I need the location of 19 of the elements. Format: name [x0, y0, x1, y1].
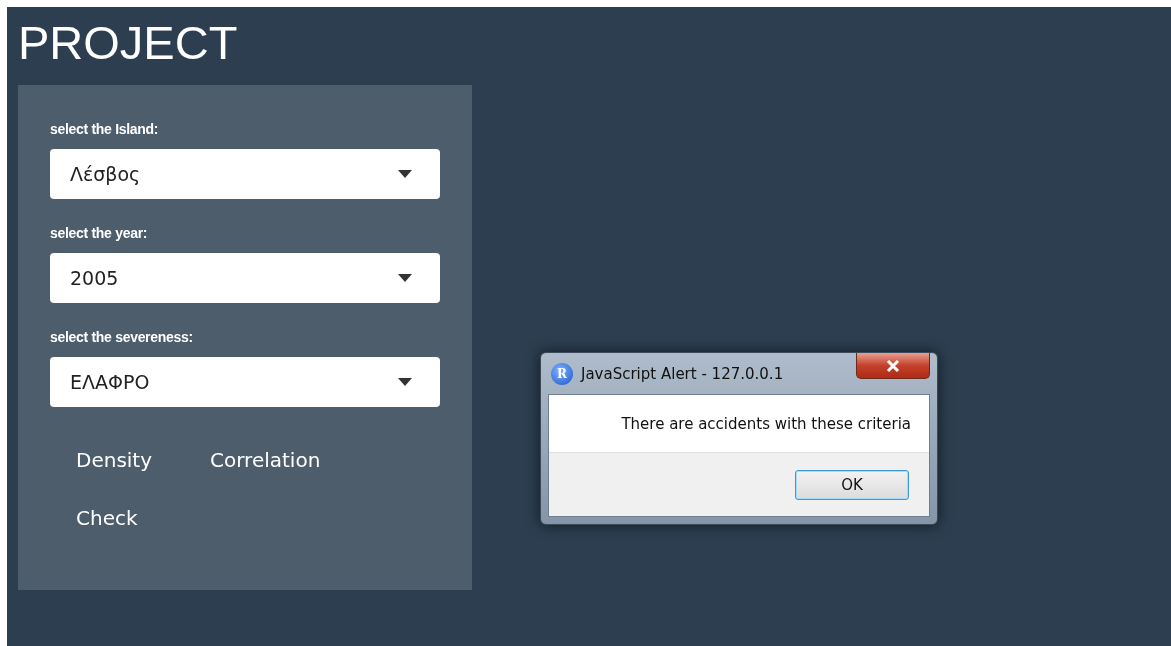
- close-icon: [886, 359, 900, 372]
- ok-button[interactable]: OK: [795, 469, 909, 500]
- select-field[interactable]: Λέσβος: [50, 149, 440, 199]
- select-field[interactable]: ΕΛΑΦΡΟ: [50, 357, 440, 407]
- field-label: select the severeness:: [50, 329, 193, 345]
- app-logo-icon: R: [551, 362, 573, 385]
- nav-link[interactable]: Density: [76, 447, 153, 473]
- caret-icon: [398, 170, 412, 178]
- caret-icon: [398, 274, 412, 282]
- dialog-title: JavaScript Alert - 127.0.0.1: [581, 364, 784, 383]
- field-label: select the Island:: [50, 121, 159, 137]
- close-button[interactable]: [856, 353, 930, 379]
- nav-link[interactable]: Correlation: [210, 447, 321, 473]
- alert-message: There are accidents with these criteria: [621, 414, 911, 433]
- caret-icon: [398, 378, 412, 386]
- nav-link[interactable]: Check: [76, 505, 138, 531]
- field-label: select the year:: [50, 225, 148, 241]
- page-title: PROJECT: [18, 15, 238, 71]
- select-field[interactable]: 2005: [50, 253, 440, 303]
